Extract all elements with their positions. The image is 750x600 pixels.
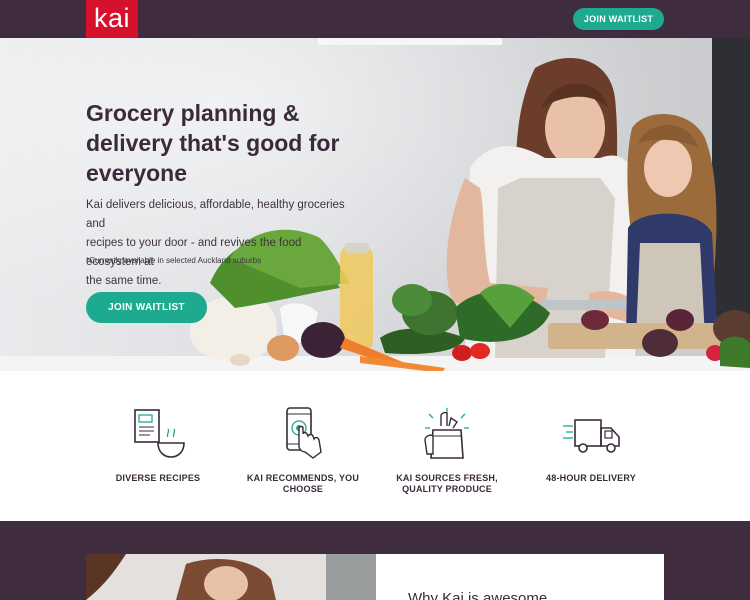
feature-label: DIVERSE RECIPES [115, 473, 201, 483]
cutting-board [548, 323, 723, 349]
grocery-bag-icon [424, 408, 469, 459]
join-waitlist-button-header[interactable]: JOIN WAITLIST [573, 8, 664, 30]
phone-tap-icon [286, 407, 322, 459]
why-kai-card: Why Kai is awesome [376, 554, 664, 600]
feature-label: KAI RECOMMENDS, YOU CHOOSE [246, 473, 360, 494]
girl-figure [626, 114, 718, 338]
availability-note: *Currently available in selected Aucklan… [86, 256, 262, 265]
why-kai-section: Why Kai is awesome [0, 521, 750, 600]
delivery-truck-icon [563, 419, 620, 453]
hero-title: Grocery planning & delivery that's good … [86, 100, 340, 186]
mother-daughter-photo [86, 554, 376, 600]
features-section: DIVERSE RECIPES KAI RECOMMENDS, YOU CHOO… [0, 371, 750, 521]
feature-label: 48-HOUR DELIVERY [546, 473, 636, 483]
kai-logo[interactable]: kai [86, 0, 138, 38]
logo-text: kai [93, 2, 130, 33]
recipe-book-bowl-icon [134, 409, 185, 458]
join-waitlist-button-hero[interactable]: JOIN WAITLIST [86, 292, 207, 323]
why-kai-heading: Why Kai is awesome [408, 590, 548, 600]
hero-description: Kai delivers delicious, affordable, heal… [86, 199, 345, 287]
feature-label: KAI SOURCES FRESH, QUALITY PRODUCE [396, 473, 498, 494]
hero-section: Grocery planning & delivery that's good … [0, 38, 750, 371]
site-header: kai JOIN WAITLIST [0, 0, 750, 38]
